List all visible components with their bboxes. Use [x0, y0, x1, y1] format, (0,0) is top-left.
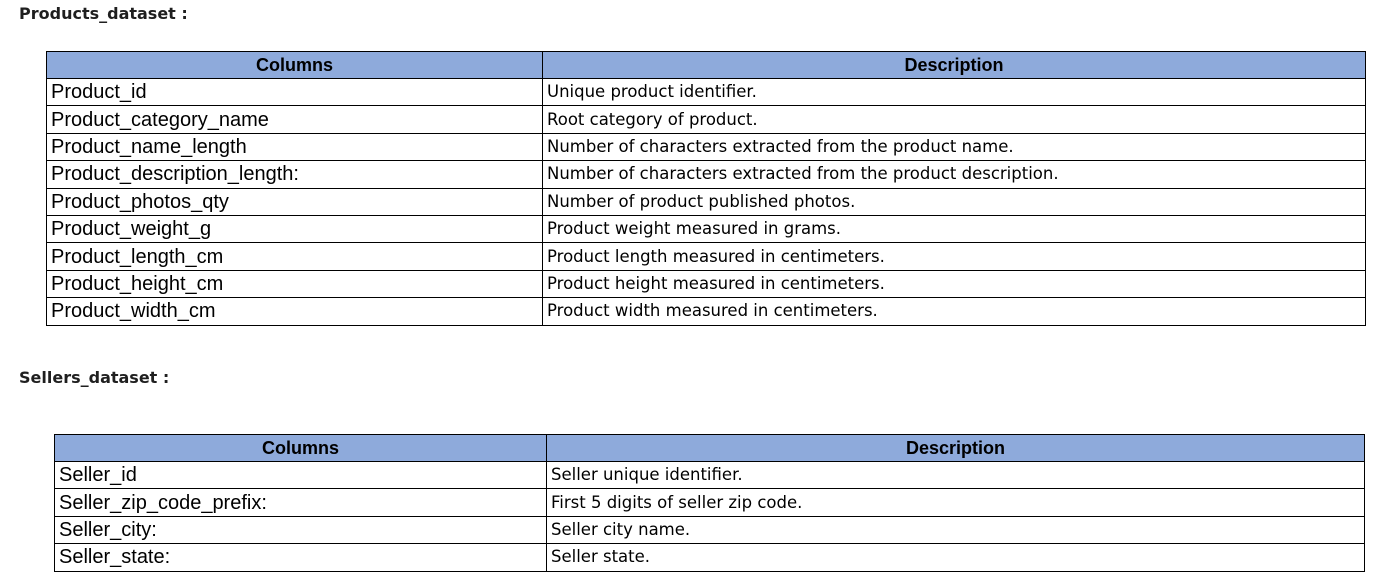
table-row: Product_width_cm Product width measured i…: [46, 297, 1366, 326]
description-cell: Unique product identifier.: [542, 77, 1366, 107]
column-name-cell: Product_weight_g: [46, 214, 543, 244]
table-row: Product_height_cm Product height measured…: [46, 269, 1366, 299]
description-cell: Seller unique identifier.: [546, 460, 1365, 490]
column-name-cell: Product_category_name: [46, 105, 543, 134]
column-name-cell: Seller_zip_code_prefix:: [54, 488, 547, 517]
description-header: Description: [542, 51, 1366, 79]
description-cell: Seller city name.: [546, 515, 1365, 545]
description-cell: Product length measured in centimeters.: [542, 242, 1366, 271]
column-name-cell: Product_description_length:: [46, 160, 543, 189]
table-row: Seller_city: Seller city name.: [54, 515, 1365, 545]
sellers-dataset-title: Sellers_dataset :: [19, 368, 170, 387]
products-dataset-table: Columns Description Product_id Unique pro…: [46, 51, 1366, 326]
table-row: Product_length_cm Product length measured…: [46, 242, 1366, 271]
column-name-cell: Product_name_length: [46, 132, 543, 162]
products-dataset-title: Products_dataset :: [19, 4, 188, 23]
column-name-cell: Product_width_cm: [46, 297, 543, 326]
table-header-row: Columns Description: [54, 434, 1365, 462]
description-cell: Root category of product.: [542, 105, 1366, 134]
description-cell: Product weight measured in grams.: [542, 214, 1366, 244]
description-cell: Number of characters extracted from the …: [542, 132, 1366, 162]
description-cell: Number of product published photos.: [542, 187, 1366, 216]
table-row: Product_category_name Root category of pr…: [46, 105, 1366, 134]
sellers-dataset-table: Columns Description Seller_id Seller uniq…: [54, 434, 1365, 572]
column-name-cell: Product_id: [46, 77, 543, 107]
table-header-row: Columns Description: [46, 51, 1366, 79]
table-row: Product_name_length Number of characters …: [46, 132, 1366, 162]
description-cell: First 5 digits of seller zip code.: [546, 488, 1365, 517]
description-cell: Number of characters extracted from the …: [542, 160, 1366, 189]
column-name-cell: Product_height_cm: [46, 269, 543, 299]
column-name-cell: Seller_id: [54, 460, 547, 490]
description-header: Description: [546, 434, 1365, 462]
description-cell: Seller state.: [546, 543, 1365, 572]
columns-header: Columns: [54, 434, 547, 462]
columns-header: Columns: [46, 51, 543, 79]
column-name-cell: Product_photos_qty: [46, 187, 543, 216]
table-row: Product_photos_qty Number of product publ…: [46, 187, 1366, 216]
table-row: Product_weight_g Product weight measured …: [46, 214, 1366, 244]
table-row: Seller_id Seller unique identifier.: [54, 460, 1365, 490]
table-row: Seller_state: Seller state.: [54, 543, 1365, 572]
table-row: Product_description_length: Number of cha…: [46, 160, 1366, 189]
description-cell: Product height measured in centimeters.: [542, 269, 1366, 299]
column-name-cell: Product_length_cm: [46, 242, 543, 271]
table-row: Product_id Unique product identifier.: [46, 77, 1366, 107]
column-name-cell: Seller_state:: [54, 543, 547, 572]
description-cell: Product width measured in centimeters.: [542, 297, 1366, 326]
table-row: Seller_zip_code_prefix: First 5 digits of…: [54, 488, 1365, 517]
column-name-cell: Seller_city:: [54, 515, 547, 545]
